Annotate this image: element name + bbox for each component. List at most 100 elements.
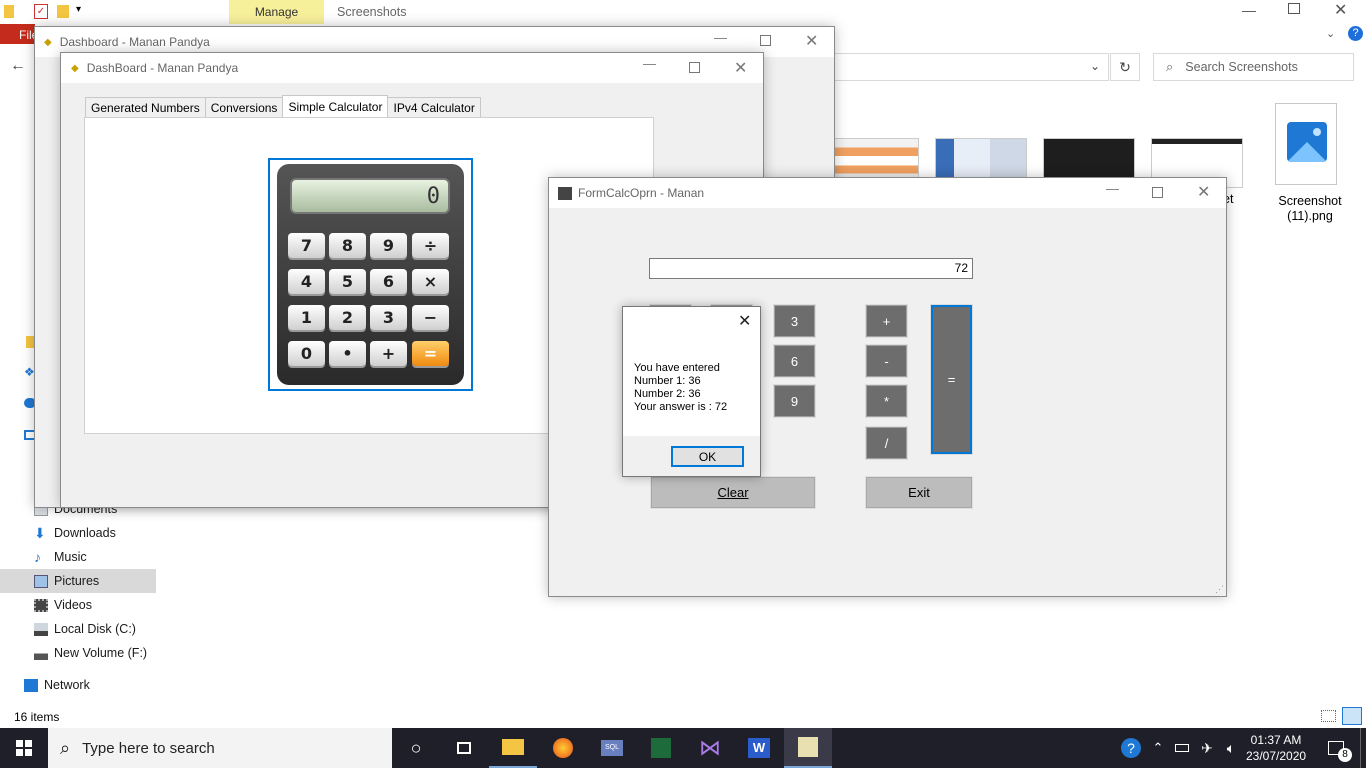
new-folder-icon[interactable] (57, 5, 69, 18)
close-icon[interactable]: ✕ (1197, 182, 1210, 202)
calc-key: × (412, 269, 449, 294)
close-icon[interactable]: ✕ (1334, 0, 1347, 20)
word-icon[interactable]: W (735, 728, 783, 768)
divide-button[interactable]: / (865, 426, 908, 460)
minimize-icon[interactable]: — (1106, 181, 1119, 196)
firefox-icon[interactable] (539, 728, 587, 768)
excel-like-icon[interactable] (637, 728, 685, 768)
dialog-line: Your answer is : 72 (634, 401, 728, 413)
sidebar-item-label: Music (54, 550, 87, 564)
image-file-icon (1275, 103, 1337, 185)
calc-key: • (329, 341, 366, 366)
refresh-icon[interactable]: ↻ (1110, 53, 1140, 81)
taskbar-search-box[interactable]: ⌕ Type here to search (48, 728, 392, 768)
sidebar-item-videos[interactable]: Videos (0, 593, 156, 617)
explorer-title: Screenshots (337, 5, 407, 19)
tab-conversions[interactable]: Conversions (204, 97, 284, 117)
pictures-icon (34, 574, 48, 588)
calc-key: 7 (288, 233, 325, 258)
file-explorer-taskbar-icon[interactable] (489, 728, 537, 768)
task-view-icon[interactable] (440, 728, 488, 768)
calc-key: 8 (329, 233, 366, 258)
sidebar-item-music[interactable]: ♪ Music (0, 545, 156, 569)
notification-center-icon[interactable]: 8 (1320, 728, 1352, 768)
form-calc-titlebar: FormCalcOprn - Manan (549, 178, 1226, 208)
minimize-icon[interactable]: — (1242, 2, 1256, 18)
help-icon[interactable]: ? (1348, 26, 1363, 41)
calculator-image-button[interactable]: 0 7 8 9 ÷ 4 5 6 × 1 2 3 − 0 • + = (268, 158, 473, 391)
calc-key: 3 (370, 305, 407, 330)
ok-button[interactable]: OK (671, 446, 744, 467)
number-button-3[interactable]: 3 (773, 304, 816, 338)
quick-access-dropdown-icon[interactable]: ▾ (76, 4, 81, 15)
cortana-icon[interactable]: ○ (392, 728, 440, 768)
minimize-icon[interactable]: — (714, 30, 727, 45)
number-button-6[interactable]: 6 (773, 344, 816, 378)
search-screenshots-box[interactable]: ⌕ Search Screenshots (1153, 53, 1354, 81)
help-tray-icon[interactable]: ? (1116, 728, 1146, 768)
battery-icon[interactable] (1170, 728, 1194, 768)
tab-generated-numbers[interactable]: Generated Numbers (85, 97, 206, 117)
sidebar-item-label: Videos (54, 598, 92, 612)
multiply-button[interactable]: * (865, 384, 908, 418)
app-icon: ◆ (71, 62, 79, 74)
sql-server-icon[interactable]: SQL (588, 728, 636, 768)
visual-studio-icon[interactable]: ⋈ (686, 728, 734, 768)
resize-grip-icon[interactable]: ⋰ (1215, 584, 1224, 595)
add-button[interactable]: + (865, 304, 908, 338)
network-tray-icon[interactable]: ✈ (1194, 728, 1220, 768)
large-icons-view-icon[interactable] (1342, 707, 1362, 725)
restore-icon[interactable] (1288, 3, 1300, 14)
calc-key: 1 (288, 305, 325, 330)
file-name-line2: (11).png (1287, 209, 1333, 223)
music-icon: ♪ (34, 548, 41, 565)
calc-key: = (412, 341, 449, 366)
equals-button[interactable]: = (930, 304, 973, 455)
result-textbox[interactable]: 72 (649, 258, 973, 279)
sidebar-item-downloads[interactable]: ⬇ Downloads (0, 521, 156, 545)
file-tab[interactable]: File (0, 24, 38, 44)
clear-button[interactable]: Clear (650, 476, 816, 509)
show-desktop-button[interactable] (1360, 728, 1366, 768)
calculator-display-digit: 0 (426, 184, 440, 209)
number-button-9[interactable]: 9 (773, 384, 816, 418)
search-icon: ⌕ (60, 737, 71, 758)
calc-key: 9 (370, 233, 407, 258)
windows-start-icon[interactable] (0, 728, 48, 768)
calc-key: 5 (329, 269, 366, 294)
tab-simple-calculator[interactable]: Simple Calculator (282, 95, 389, 117)
back-arrow-icon[interactable]: ← (10, 57, 26, 75)
file-item-screenshot-11[interactable]: Screenshot (11).png (1270, 103, 1350, 228)
maximize-icon[interactable] (1152, 187, 1163, 198)
dashboard-app-taskbar-icon[interactable] (784, 728, 832, 768)
sidebar-item-pictures[interactable]: Pictures (0, 569, 156, 593)
subtract-button[interactable]: - (865, 344, 908, 378)
dashboard-tabs: Generated Numbers Conversions Simple Cal… (85, 95, 481, 117)
close-icon[interactable]: ✕ (734, 58, 747, 78)
maximize-icon[interactable] (689, 62, 700, 73)
volume-icon[interactable]: 🔈︎ (1218, 728, 1244, 768)
clock[interactable]: 01:37 AM 23/07/2020 (1246, 732, 1306, 764)
chevron-up-icon[interactable]: ⌃ (1146, 728, 1170, 768)
sidebar-item-local-disk[interactable]: Local Disk (C:) (0, 617, 156, 641)
tab-ipv4-calculator[interactable]: IPv4 Calculator (387, 97, 481, 117)
sidebar-item-network[interactable]: Network (0, 673, 156, 697)
calc-key: ÷ (412, 233, 449, 258)
maximize-icon[interactable] (760, 35, 771, 46)
address-dropdown-icon[interactable]: ⌄ (1090, 59, 1100, 73)
taskbar: ⌕ Type here to search ○ SQL ⋈ W ? ⌃ ✈ 🔈︎… (0, 728, 1366, 768)
exit-button[interactable]: Exit (865, 476, 973, 509)
calc-key: 2 (329, 305, 366, 330)
sidebar-item-new-volume[interactable]: New Volume (F:) (0, 641, 156, 665)
close-icon[interactable]: ✕ (738, 311, 751, 331)
details-view-icon[interactable] (1321, 710, 1336, 722)
close-icon[interactable]: ✕ (805, 31, 818, 51)
message-dialog: ✕ You have entered Number 1: 36 Number 2… (622, 306, 761, 477)
properties-icon[interactable]: ✓ (34, 4, 48, 19)
minimize-icon[interactable]: — (643, 56, 656, 71)
manage-tab[interactable]: Manage (229, 0, 324, 24)
drive-icon (34, 646, 48, 660)
ribbon-expand-icon[interactable]: ⌄ (1326, 27, 1335, 40)
explorer-ribbon-top: ✓ ▾ Manage Screenshots — ✕ (0, 0, 1366, 24)
address-bar[interactable]: ⌄ (833, 53, 1109, 81)
